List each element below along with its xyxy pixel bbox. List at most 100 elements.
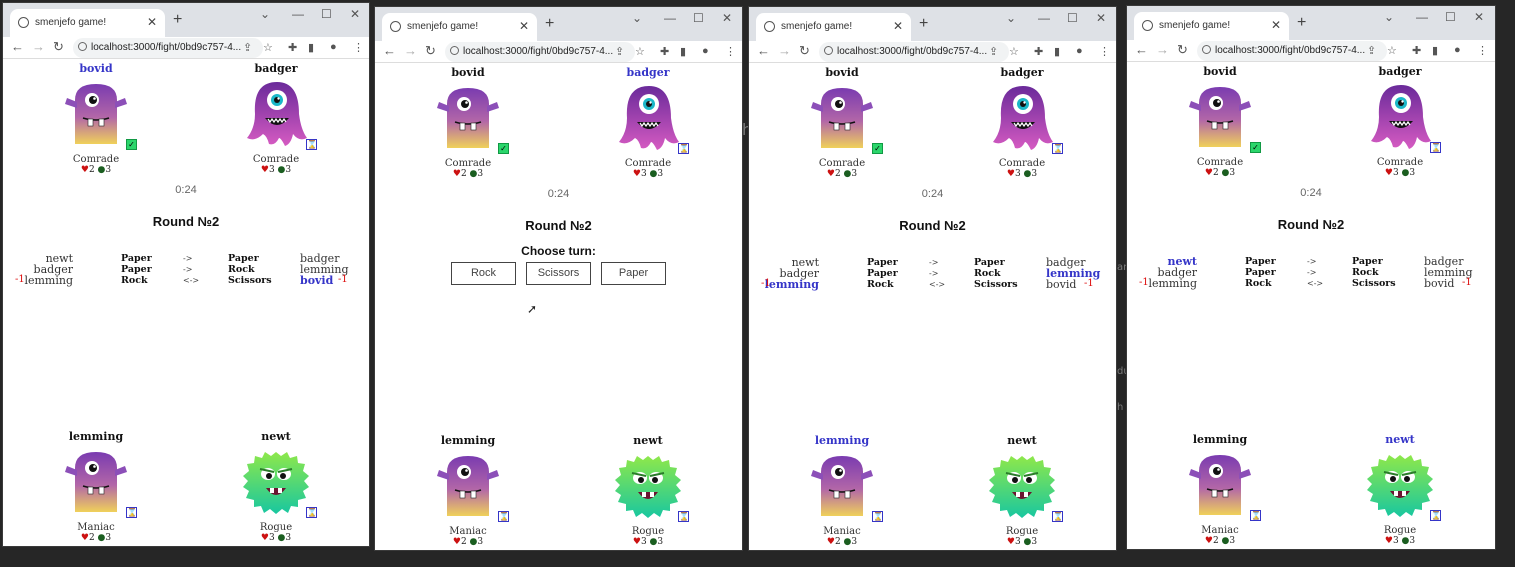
- bookmark-star-icon[interactable]: ☆: [1009, 45, 1019, 58]
- player-role: Comrade: [624, 158, 672, 169]
- back-icon[interactable]: ←: [1135, 42, 1148, 57]
- hp-value: 3: [268, 533, 275, 543]
- bookmark-star-icon[interactable]: ☆: [263, 41, 273, 54]
- tab-search-icon[interactable]: ⌄: [260, 7, 270, 21]
- minimize-button[interactable]: —: [1416, 10, 1428, 24]
- maximize-button[interactable]: ☐: [1445, 10, 1456, 24]
- menu-kebab-icon[interactable]: ⋮: [1099, 45, 1110, 58]
- player-stats: ♥2 ●3: [408, 169, 528, 179]
- profile-avatar-icon[interactable]: ●: [702, 45, 709, 57]
- extensions-icon[interactable]: ✚: [288, 41, 297, 54]
- extensions-icon[interactable]: ✚: [1412, 44, 1421, 57]
- menu-kebab-icon[interactable]: ⋮: [725, 45, 736, 58]
- tab-close-icon[interactable]: ✕: [147, 15, 157, 29]
- new-tab-button[interactable]: +: [919, 15, 928, 33]
- tab-close-icon[interactable]: ✕: [1271, 18, 1281, 32]
- new-tab-button[interactable]: +: [545, 15, 554, 33]
- turn-button-paper[interactable]: Paper: [601, 262, 666, 285]
- info-icon: [824, 46, 833, 55]
- maximize-button[interactable]: ☐: [693, 11, 704, 25]
- one-eyed-purple-monster-icon: [811, 88, 873, 148]
- forward-icon[interactable]: →: [32, 39, 45, 54]
- share-icon[interactable]: ⇪: [243, 41, 252, 54]
- player-avatar: ⌛: [807, 450, 883, 522]
- side-panel-icon[interactable]: ▮: [1054, 45, 1060, 58]
- close-window-button[interactable]: ✕: [722, 11, 732, 25]
- browser-tab[interactable]: smenjefo game! ✕: [10, 9, 165, 37]
- extensions-icon[interactable]: ✚: [660, 45, 669, 58]
- new-tab-button[interactable]: +: [1297, 14, 1306, 32]
- maximize-button[interactable]: ☐: [321, 7, 332, 21]
- address-bar[interactable]: localhost:3000/fight/0bd9c757-4...: [73, 38, 263, 58]
- share-icon[interactable]: ⇪: [1367, 44, 1376, 57]
- player-role: Rogue: [1005, 526, 1039, 537]
- back-icon[interactable]: ←: [383, 43, 396, 58]
- close-window-button[interactable]: ✕: [1096, 11, 1106, 25]
- round-timer: 0:24: [1300, 187, 1322, 199]
- player-avatar: ✓: [1185, 81, 1261, 153]
- browser-tab[interactable]: smenjefo game! ✕: [382, 13, 537, 41]
- turn-button-scissors[interactable]: Scissors: [526, 262, 591, 285]
- tab-search-icon[interactable]: ⌄: [1384, 10, 1394, 24]
- tab-search-icon[interactable]: ⌄: [632, 11, 642, 25]
- reload-icon[interactable]: ↻: [425, 43, 436, 59]
- menu-kebab-icon[interactable]: ⋮: [1477, 44, 1488, 57]
- share-icon[interactable]: ⇪: [989, 45, 998, 58]
- one-eyed-purple-monster-icon: [811, 456, 873, 516]
- round-timer: 0:24: [175, 184, 197, 196]
- heart-icon: ♥: [826, 537, 835, 547]
- globe-icon: [764, 21, 775, 32]
- energy-value: 3: [851, 169, 858, 179]
- player-stats: ♥3 ●3: [588, 537, 708, 547]
- player-name: newt: [261, 430, 291, 443]
- minimize-button[interactable]: —: [664, 11, 676, 25]
- side-panel-icon[interactable]: ▮: [308, 41, 314, 54]
- background-text: h: [1117, 402, 1124, 413]
- minimize-button[interactable]: —: [292, 7, 304, 21]
- close-window-button[interactable]: ✕: [1474, 10, 1484, 24]
- url-text: localhost:3000/fight/0bd9c757-4...: [1215, 45, 1366, 56]
- result-right-move: Scissors: [974, 279, 1018, 290]
- forward-icon[interactable]: →: [404, 43, 417, 58]
- player-card-newt: newt ⌛ Rogue ♥3 ●3: [1340, 433, 1460, 546]
- share-icon[interactable]: ⇪: [615, 45, 624, 58]
- close-window-button[interactable]: ✕: [350, 7, 360, 21]
- forward-icon[interactable]: →: [1156, 42, 1169, 57]
- hp-value: 2: [88, 165, 95, 175]
- player-role: Rogue: [1383, 525, 1417, 536]
- result-left-player: lemming: [764, 278, 819, 291]
- side-panel-icon[interactable]: ▮: [1432, 44, 1438, 57]
- profile-avatar-icon[interactable]: ●: [330, 41, 337, 53]
- side-panel-icon[interactable]: ▮: [680, 45, 686, 58]
- maximize-button[interactable]: ☐: [1067, 11, 1078, 25]
- address-bar[interactable]: localhost:3000/fight/0bd9c757-4...: [819, 42, 1009, 62]
- turn-button-rock[interactable]: Rock: [451, 262, 516, 285]
- reload-icon[interactable]: ↻: [1177, 42, 1188, 58]
- tab-search-icon[interactable]: ⌄: [1006, 11, 1016, 25]
- menu-kebab-icon[interactable]: ⋮: [353, 41, 364, 54]
- browser-tab[interactable]: smenjefo game! ✕: [1134, 12, 1289, 40]
- player-stats: ♥2 ●3: [36, 533, 156, 543]
- reload-icon[interactable]: ↻: [799, 43, 810, 59]
- forward-icon[interactable]: →: [778, 43, 791, 58]
- back-icon[interactable]: ←: [757, 43, 770, 58]
- player-avatar: ⌛: [241, 446, 317, 518]
- bookmark-star-icon[interactable]: ☆: [1387, 44, 1397, 57]
- player-stats: ♥3 ●3: [1340, 168, 1460, 178]
- profile-avatar-icon[interactable]: ●: [1076, 45, 1083, 57]
- profile-avatar-icon[interactable]: ●: [1454, 44, 1461, 56]
- minimize-button[interactable]: —: [1038, 11, 1050, 25]
- player-stats: ♥2 ●3: [782, 169, 902, 179]
- back-icon[interactable]: ←: [11, 39, 24, 54]
- extensions-icon[interactable]: ✚: [1034, 45, 1043, 58]
- ready-check-icon: ✓: [1250, 142, 1261, 153]
- browser-tab[interactable]: smenjefo game! ✕: [756, 13, 911, 41]
- tab-close-icon[interactable]: ✕: [893, 19, 903, 33]
- bookmark-star-icon[interactable]: ☆: [635, 45, 645, 58]
- tab-close-icon[interactable]: ✕: [519, 19, 529, 33]
- address-bar[interactable]: localhost:3000/fight/0bd9c757-4...: [1197, 41, 1387, 61]
- reload-icon[interactable]: ↻: [53, 39, 64, 55]
- player-stats: ♥2 ●3: [782, 537, 902, 547]
- new-tab-button[interactable]: +: [173, 11, 182, 29]
- address-bar[interactable]: localhost:3000/fight/0bd9c757-4...: [445, 42, 635, 62]
